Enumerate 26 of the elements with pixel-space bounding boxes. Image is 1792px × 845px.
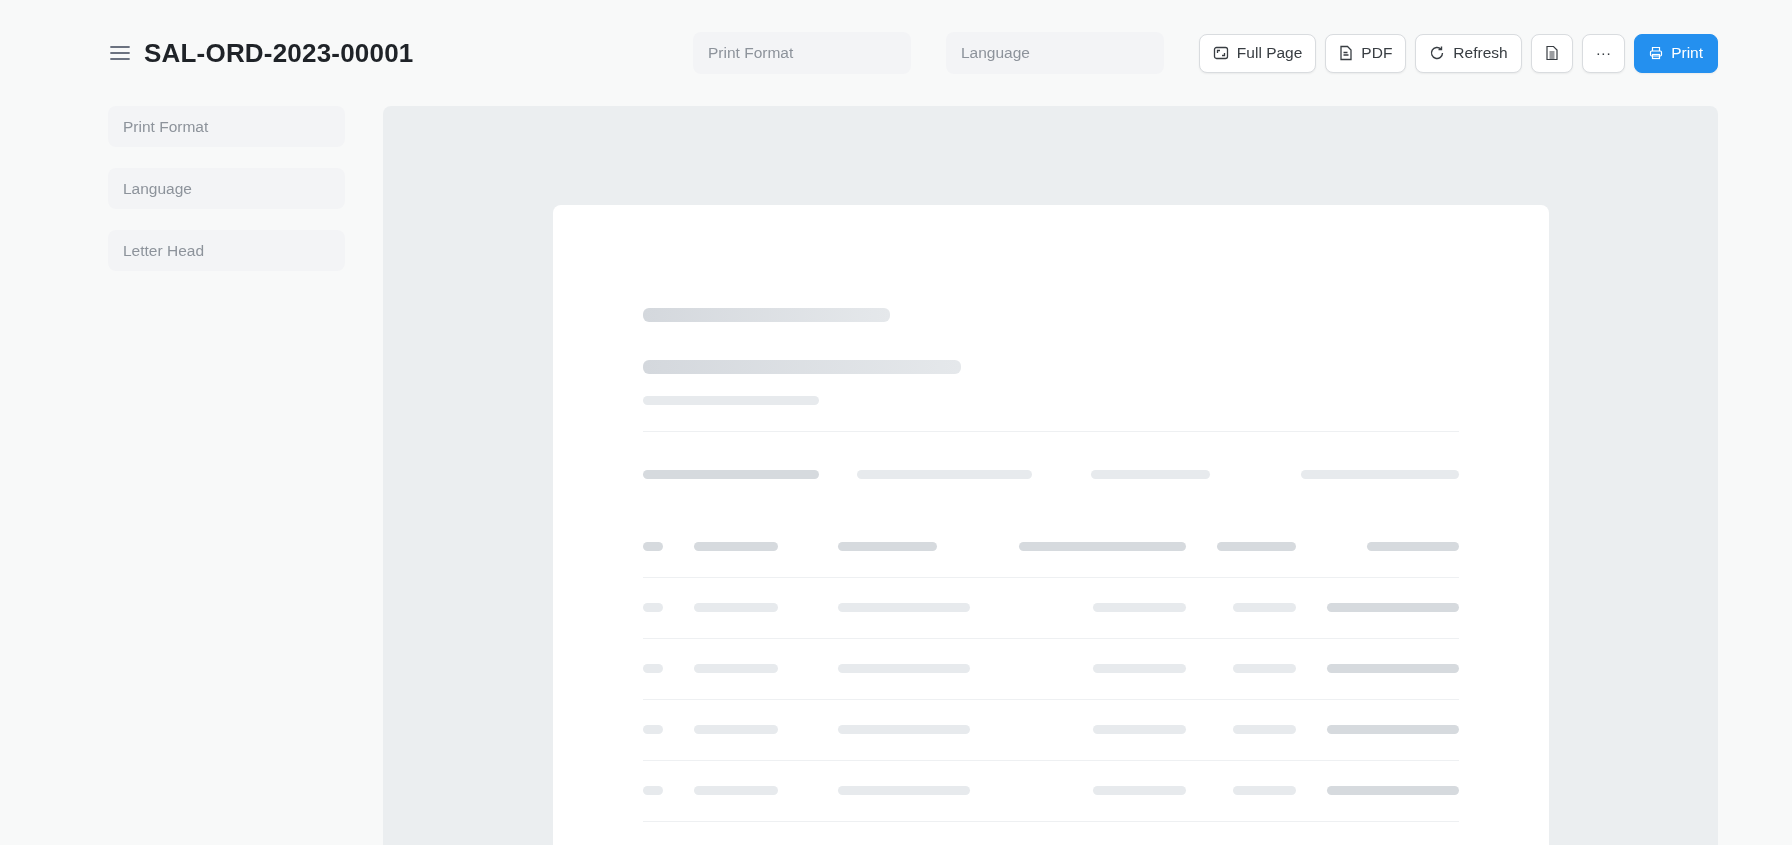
skeleton-bar	[642, 725, 663, 734]
document-icon	[1544, 45, 1559, 61]
select-field[interactable]: Print Format	[108, 106, 345, 147]
printer-icon	[1649, 46, 1664, 60]
skeleton-bar	[642, 542, 663, 551]
menu-icon[interactable]	[110, 45, 130, 61]
expand-icon	[1212, 45, 1229, 61]
select-field[interactable]: Print Format	[693, 32, 911, 74]
document-button[interactable]	[1530, 33, 1573, 73]
skeleton-bar	[642, 786, 663, 795]
document-title: SAL-ORD-2023-00001	[144, 37, 414, 69]
full-page-button[interactable]: Full Page	[1198, 33, 1317, 73]
select-field[interactable]: Language	[946, 32, 1164, 74]
select-field[interactable]: Letter Head	[108, 230, 345, 271]
skeleton-bar	[1232, 725, 1296, 734]
skeleton-bar	[1232, 603, 1296, 612]
pdf-button[interactable]: PDF	[1325, 33, 1407, 73]
skeleton-bar	[1232, 664, 1296, 673]
more-button[interactable]: ···	[1581, 33, 1626, 73]
file-icon	[1339, 45, 1354, 61]
select-field[interactable]: Language	[108, 168, 345, 209]
skeleton-bar	[642, 664, 663, 673]
refresh-button[interactable]: Refresh	[1415, 33, 1522, 73]
skeleton-bar	[642, 603, 663, 612]
skeleton-bar	[1232, 786, 1296, 795]
refresh-icon	[1429, 45, 1446, 61]
